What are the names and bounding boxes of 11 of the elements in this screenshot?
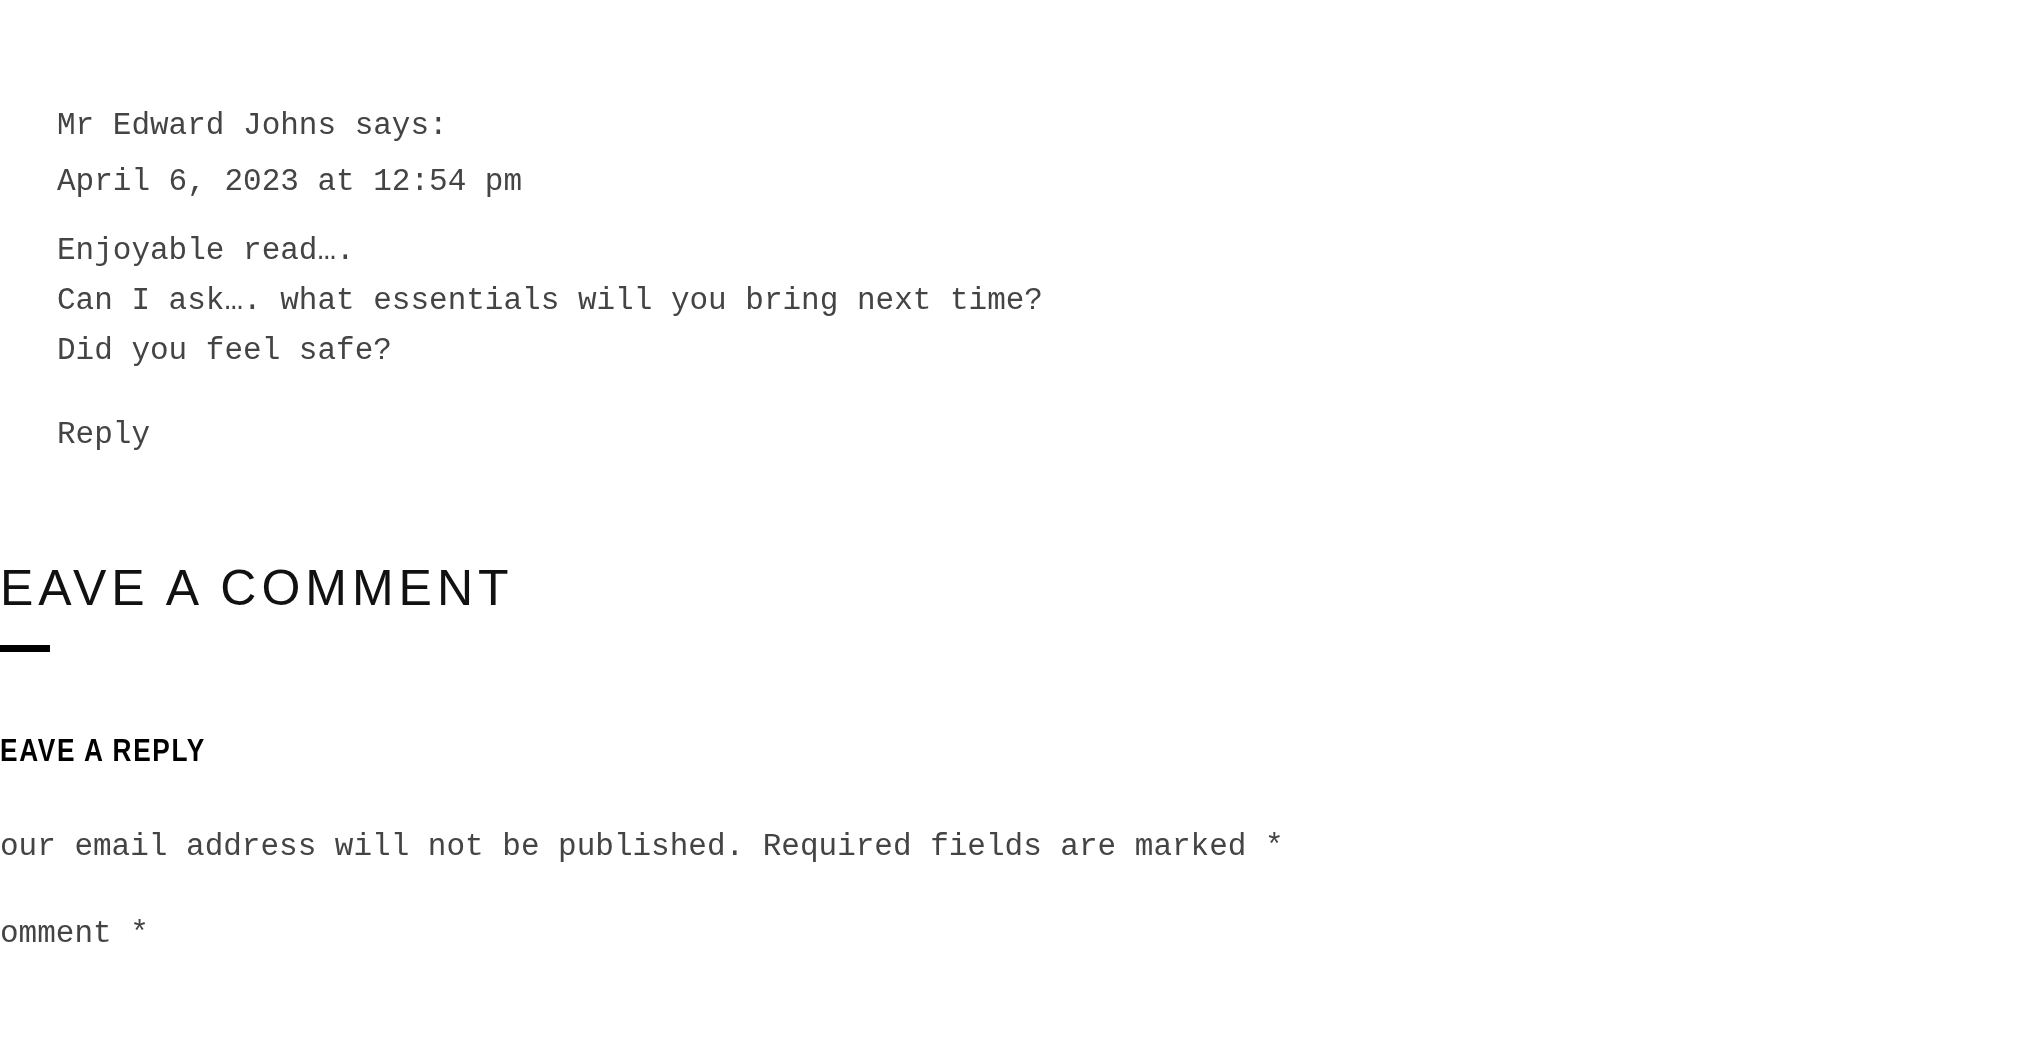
form-notice: our email address will not be published. Required fields are marked * — [0, 828, 1285, 866]
heading-underline — [0, 645, 50, 653]
comment-date: April 6, 2023 at 12:54 pm — [57, 163, 523, 201]
form-heading: EAVE A REPLY — [0, 734, 207, 767]
comment-text: Did you feel safe? — [57, 332, 392, 370]
reply-link[interactable]: Reply — [57, 417, 150, 452]
comment-text: Enjoyable read…. — [57, 232, 355, 270]
comment-author: Mr Edward Johns says: — [57, 107, 448, 145]
comment-label: omment * — [0, 915, 149, 953]
section-heading: EAVE A COMMENT — [0, 563, 515, 614]
comment-text: Can I ask…. what essentials will you bring next time? — [57, 282, 1043, 320]
